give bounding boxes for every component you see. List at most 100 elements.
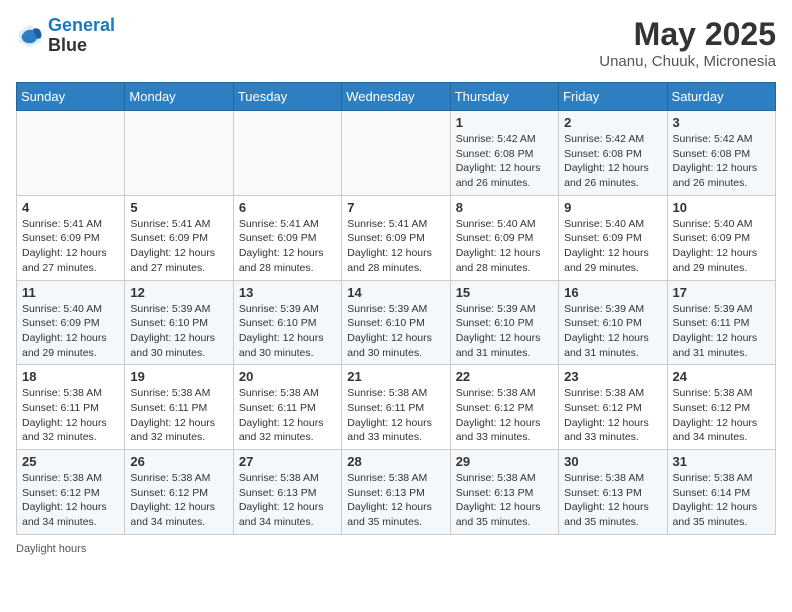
calendar-cell: 16 Sunrise: 5:39 AM Sunset: 6:10 PM Dayli… <box>559 280 667 365</box>
calendar-cell: 6Sunrise: 5:41 AM Sunset: 6:09 PM Daylig… <box>233 195 341 280</box>
weekday-monday: Monday <box>125 83 233 111</box>
calendar-cell: 2 Sunrise: 5:42 AM Sunset: 6:08 PM Daylig… <box>559 111 667 196</box>
calendar-cell: 23 Sunrise: 5:38 AM Sunset: 6:12 PM Dayli… <box>559 365 667 450</box>
calendar-cell: 29 Sunrise: 5:38 AM Sunset: 6:13 PM Dayli… <box>450 450 558 535</box>
calendar-cell: 28 Sunrise: 5:38 AM Sunset: 6:13 PM Dayli… <box>342 450 450 535</box>
day-info: Sunrise: 5:38 AM Sunset: 6:13 PM Dayligh… <box>239 471 336 530</box>
calendar-cell: 12 Sunrise: 5:39 AM Sunset: 6:10 PM Dayli… <box>125 280 233 365</box>
page-header: General Blue May 2025 Unanu, Chuuk, Micr… <box>16 16 776 70</box>
calendar-cell: 27 Sunrise: 5:38 AM Sunset: 6:13 PM Dayli… <box>233 450 341 535</box>
calendar-cell <box>17 111 125 196</box>
calendar-week-5: 25 Sunrise: 5:38 AM Sunset: 6:12 PM Dayli… <box>17 450 776 535</box>
calendar-cell: 7 Sunrise: 5:41 AM Sunset: 6:09 PM Daylig… <box>342 195 450 280</box>
calendar-cell: 20 Sunrise: 5:38 AM Sunset: 6:11 PM Dayli… <box>233 365 341 450</box>
day-info: Sunrise: 5:38 AM Sunset: 6:12 PM Dayligh… <box>456 386 553 445</box>
weekday-friday: Friday <box>559 83 667 111</box>
day-number: 30 <box>564 454 661 469</box>
day-number: 20 <box>239 369 336 384</box>
day-number: 24 <box>673 369 770 384</box>
calendar-cell <box>233 111 341 196</box>
logo-line1: General <box>48 15 115 35</box>
calendar-cell: 3 Sunrise: 5:42 AM Sunset: 6:08 PM Daylig… <box>667 111 775 196</box>
month-title: May 2025 <box>599 16 776 53</box>
day-number: 16 <box>564 285 661 300</box>
calendar-cell: 17Sunrise: 5:39 AM Sunset: 6:11 PM Dayli… <box>667 280 775 365</box>
day-info: Sunrise: 5:38 AM Sunset: 6:13 PM Dayligh… <box>347 471 444 530</box>
calendar-week-4: 18 Sunrise: 5:38 AM Sunset: 6:11 PM Dayli… <box>17 365 776 450</box>
day-number: 23 <box>564 369 661 384</box>
logo-icon <box>16 22 44 50</box>
calendar-week-1: 1 Sunrise: 5:42 AM Sunset: 6:08 PM Daylig… <box>17 111 776 196</box>
calendar-cell: 30Sunrise: 5:38 AM Sunset: 6:13 PM Dayli… <box>559 450 667 535</box>
day-info: Sunrise: 5:39 AM Sunset: 6:10 PM Dayligh… <box>564 302 661 361</box>
weekday-tuesday: Tuesday <box>233 83 341 111</box>
weekday-thursday: Thursday <box>450 83 558 111</box>
logo: General Blue <box>16 16 115 56</box>
calendar-cell: 14 Sunrise: 5:39 AM Sunset: 6:10 PM Dayli… <box>342 280 450 365</box>
day-number: 27 <box>239 454 336 469</box>
day-number: 26 <box>130 454 227 469</box>
day-info: Sunrise: 5:39 AM Sunset: 6:10 PM Dayligh… <box>130 302 227 361</box>
day-number: 4 <box>22 200 119 215</box>
weekday-wednesday: Wednesday <box>342 83 450 111</box>
day-info: Sunrise: 5:40 AM Sunset: 6:09 PM Dayligh… <box>673 217 770 276</box>
calendar-cell: 18 Sunrise: 5:38 AM Sunset: 6:11 PM Dayli… <box>17 365 125 450</box>
day-number: 10 <box>673 200 770 215</box>
day-info: Sunrise: 5:41 AM Sunset: 6:09 PM Dayligh… <box>239 217 336 276</box>
day-info: Sunrise: 5:38 AM Sunset: 6:14 PM Dayligh… <box>673 471 770 530</box>
day-info: Sunrise: 5:38 AM Sunset: 6:12 PM Dayligh… <box>564 386 661 445</box>
calendar-cell: 25Sunrise: 5:38 AM Sunset: 6:12 PM Dayli… <box>17 450 125 535</box>
calendar-cell: 22Sunrise: 5:38 AM Sunset: 6:12 PM Dayli… <box>450 365 558 450</box>
day-number: 9 <box>564 200 661 215</box>
day-info: Sunrise: 5:38 AM Sunset: 6:11 PM Dayligh… <box>347 386 444 445</box>
day-info: Sunrise: 5:42 AM Sunset: 6:08 PM Dayligh… <box>673 132 770 191</box>
day-info: Sunrise: 5:39 AM Sunset: 6:10 PM Dayligh… <box>239 302 336 361</box>
day-number: 15 <box>456 285 553 300</box>
footer-note: Daylight hours <box>16 543 776 555</box>
calendar-table: SundayMondayTuesdayWednesdayThursdayFrid… <box>16 82 776 535</box>
calendar-cell: 26 Sunrise: 5:38 AM Sunset: 6:12 PM Dayli… <box>125 450 233 535</box>
day-number: 12 <box>130 285 227 300</box>
calendar-cell <box>342 111 450 196</box>
calendar-cell: 15 Sunrise: 5:39 AM Sunset: 6:10 PM Dayli… <box>450 280 558 365</box>
calendar-cell: 8Sunrise: 5:40 AM Sunset: 6:09 PM Daylig… <box>450 195 558 280</box>
day-info: Sunrise: 5:38 AM Sunset: 6:11 PM Dayligh… <box>130 386 227 445</box>
day-number: 19 <box>130 369 227 384</box>
day-number: 28 <box>347 454 444 469</box>
day-info: Sunrise: 5:38 AM Sunset: 6:13 PM Dayligh… <box>456 471 553 530</box>
day-info: Sunrise: 5:39 AM Sunset: 6:10 PM Dayligh… <box>456 302 553 361</box>
day-info: Sunrise: 5:41 AM Sunset: 6:09 PM Dayligh… <box>22 217 119 276</box>
weekday-sunday: Sunday <box>17 83 125 111</box>
weekday-saturday: Saturday <box>667 83 775 111</box>
calendar-cell: 19 Sunrise: 5:38 AM Sunset: 6:11 PM Dayli… <box>125 365 233 450</box>
day-info: Sunrise: 5:39 AM Sunset: 6:11 PM Dayligh… <box>673 302 770 361</box>
day-info: Sunrise: 5:38 AM Sunset: 6:12 PM Dayligh… <box>130 471 227 530</box>
day-number: 13 <box>239 285 336 300</box>
calendar-cell: 21Sunrise: 5:38 AM Sunset: 6:11 PM Dayli… <box>342 365 450 450</box>
day-info: Sunrise: 5:38 AM Sunset: 6:11 PM Dayligh… <box>22 386 119 445</box>
day-number: 5 <box>130 200 227 215</box>
day-number: 8 <box>456 200 553 215</box>
day-number: 2 <box>564 115 661 130</box>
day-number: 18 <box>22 369 119 384</box>
day-number: 25 <box>22 454 119 469</box>
day-info: Sunrise: 5:38 AM Sunset: 6:11 PM Dayligh… <box>239 386 336 445</box>
day-number: 3 <box>673 115 770 130</box>
day-info: Sunrise: 5:41 AM Sunset: 6:09 PM Dayligh… <box>347 217 444 276</box>
day-number: 29 <box>456 454 553 469</box>
calendar-cell: 10 Sunrise: 5:40 AM Sunset: 6:09 PM Dayli… <box>667 195 775 280</box>
calendar-cell: 1 Sunrise: 5:42 AM Sunset: 6:08 PM Daylig… <box>450 111 558 196</box>
day-number: 31 <box>673 454 770 469</box>
calendar-cell: 4 Sunrise: 5:41 AM Sunset: 6:09 PM Daylig… <box>17 195 125 280</box>
day-info: Sunrise: 5:42 AM Sunset: 6:08 PM Dayligh… <box>456 132 553 191</box>
weekday-header-row: SundayMondayTuesdayWednesdayThursdayFrid… <box>17 83 776 111</box>
day-info: Sunrise: 5:40 AM Sunset: 6:09 PM Dayligh… <box>564 217 661 276</box>
day-number: 14 <box>347 285 444 300</box>
day-info: Sunrise: 5:40 AM Sunset: 6:09 PM Dayligh… <box>22 302 119 361</box>
day-info: Sunrise: 5:39 AM Sunset: 6:10 PM Dayligh… <box>347 302 444 361</box>
title-block: May 2025 Unanu, Chuuk, Micronesia <box>599 16 776 70</box>
day-number: 1 <box>456 115 553 130</box>
day-number: 7 <box>347 200 444 215</box>
day-info: Sunrise: 5:42 AM Sunset: 6:08 PM Dayligh… <box>564 132 661 191</box>
day-info: Sunrise: 5:41 AM Sunset: 6:09 PM Dayligh… <box>130 217 227 276</box>
